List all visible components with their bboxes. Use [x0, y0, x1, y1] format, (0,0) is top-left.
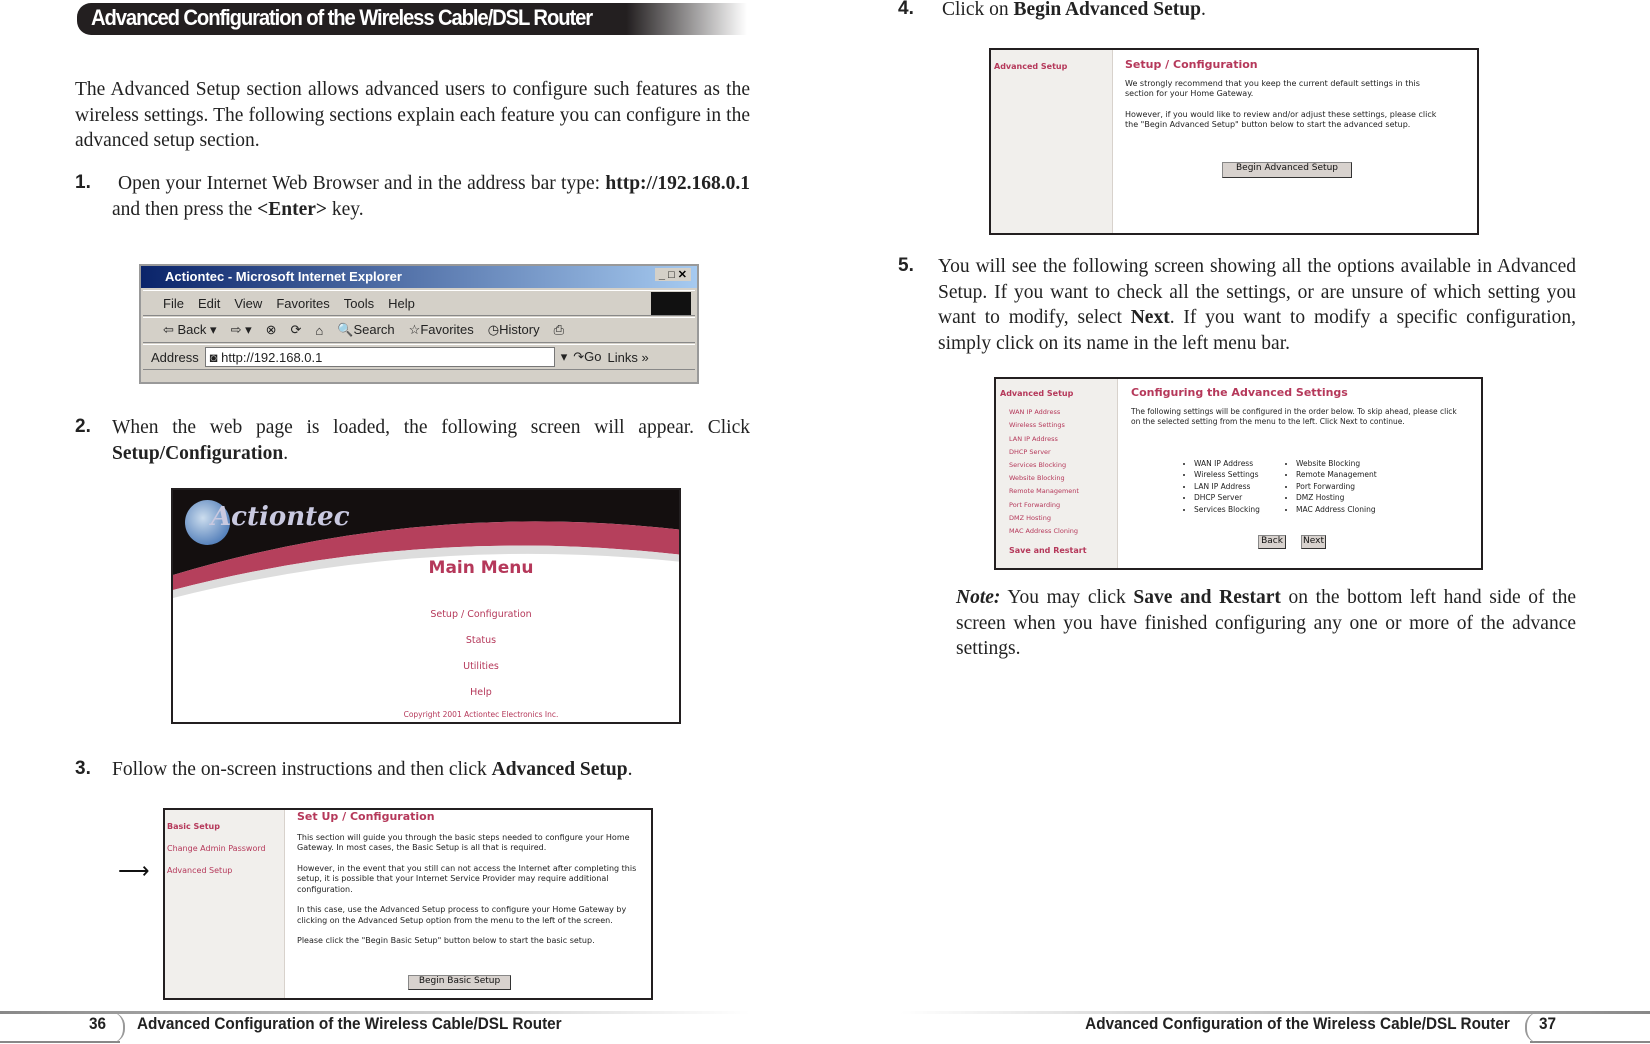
stop-icon[interactable]: ⊗: [266, 322, 277, 338]
search-button[interactable]: 🔍Search: [337, 322, 394, 338]
page-number-right: 37: [1538, 1014, 1556, 1033]
link-help[interactable]: Help: [283, 680, 679, 706]
save-and-restart-link[interactable]: Save and Restart: [1009, 544, 1113, 557]
footer-title-left: Advanced Configuration of the Wireless C…: [137, 1014, 562, 1033]
step-number: 4.: [898, 0, 914, 19]
side-services-blocking[interactable]: Services Blocking: [1009, 459, 1113, 472]
begin-basic-setup-button[interactable]: Begin Basic Setup: [408, 975, 511, 990]
settings-list-2: Website BlockingRemote ManagementPort Fo…: [1286, 458, 1377, 515]
step-number: 5.: [898, 255, 914, 276]
side-port-forwarding[interactable]: Port Forwarding: [1009, 499, 1113, 512]
step-4-text: Click on Begin Advanced Setup.: [942, 0, 1206, 20]
section-title: Advanced Configuration of the Wireless C…: [91, 5, 593, 30]
side-title: Advanced Setup: [1000, 389, 1074, 398]
menu-bar: File Edit View Favorites Tools Help: [143, 290, 695, 316]
back-button[interactable]: ⇦ Back ▾: [163, 322, 217, 338]
history-button[interactable]: ◷History: [488, 322, 540, 338]
side-change-admin-password[interactable]: Change Admin Password: [167, 838, 282, 860]
back-button[interactable]: Back: [1258, 535, 1286, 549]
screen-title: Setup / Configuration: [1125, 58, 1258, 71]
link-utilities[interactable]: Utilities: [283, 654, 679, 680]
screen-title: Set Up / Configuration: [297, 810, 435, 823]
step-2-text: When the web page is loaded, the followi…: [112, 417, 750, 464]
advanced-settings-screenshot: Advanced Setup WAN IP Address Wireless Se…: [994, 377, 1483, 570]
windows-logo-icon: [651, 292, 691, 315]
side-wan-ip[interactable]: WAN IP Address: [1009, 406, 1113, 419]
step-5-text: You will see the following screen showin…: [938, 256, 1576, 354]
window-controls[interactable]: _ □ ✕: [654, 268, 691, 281]
favorites-button[interactable]: ☆Favorites: [409, 322, 474, 338]
screen-title: Configuring the Advanced Settings: [1131, 386, 1348, 399]
step-number: 2.: [75, 416, 91, 437]
intro-paragraph: The Advanced Setup section allows advanc…: [75, 79, 750, 151]
address-input[interactable]: ◙ http://192.168.0.1: [204, 347, 555, 367]
advanced-setup-screenshot: Advanced Setup Setup / Configuration We …: [989, 48, 1479, 235]
go-button[interactable]: ↷Go: [573, 349, 601, 365]
menu-view[interactable]: View: [234, 296, 262, 311]
side-lan-ip[interactable]: LAN IP Address: [1009, 433, 1113, 446]
side-dhcp[interactable]: DHCP Server: [1009, 446, 1113, 459]
copyright: Copyright 2001 Actiontec Electronics Inc…: [403, 710, 559, 719]
para: We strongly recommend that you keep the …: [1125, 78, 1420, 99]
step-number: 3.: [75, 758, 91, 779]
menu-file[interactable]: File: [163, 296, 184, 311]
toolbar: ⇦ Back ▾ ⇨ ▾ ⊗ ⟳ ⌂ 🔍Search ☆Favorites ◷History…: [143, 317, 695, 343]
links-button[interactable]: Links »: [607, 350, 648, 365]
side-website-blocking[interactable]: Website Blocking: [1009, 472, 1113, 485]
footer-title-right: Advanced Configuration of the Wireless C…: [1085, 1014, 1510, 1033]
actiontec-logo: Actiontec: [211, 502, 350, 532]
settings-list-1: WAN IP AddressWireless SettingsLAN IP Ad…: [1184, 458, 1260, 515]
side-dmz[interactable]: DMZ Hosting: [1009, 512, 1113, 525]
step-3-text: Follow the on-screen instructions and th…: [112, 759, 633, 780]
para: The following settings will be configure…: [1131, 406, 1457, 427]
refresh-icon[interactable]: ⟳: [291, 322, 302, 338]
note-text: Note: You may click Save and Restart on …: [956, 587, 1576, 659]
begin-advanced-setup-button[interactable]: Begin Advanced Setup: [1222, 162, 1352, 178]
link-setup-configuration[interactable]: Setup / Configuration: [283, 602, 679, 628]
next-button[interactable]: Next: [1301, 535, 1326, 549]
home-icon[interactable]: ⌂: [315, 323, 323, 338]
page-number-left: 36: [88, 1014, 106, 1033]
main-menu-screenshot: Actiontec Main Menu Setup / Configuratio…: [171, 488, 681, 724]
side-wireless[interactable]: Wireless Settings: [1009, 419, 1113, 432]
setup-screenshot: Basic Setup Change Admin Password Advanc…: [163, 808, 653, 1000]
dropdown-icon[interactable]: ▾: [561, 349, 568, 365]
para: This section will guide you through the …: [297, 832, 630, 853]
side-advanced-setup[interactable]: Advanced Setup: [991, 50, 1113, 233]
print-icon[interactable]: ⎙: [554, 322, 564, 338]
menu-help[interactable]: Help: [388, 296, 415, 311]
menu-edit[interactable]: Edit: [198, 296, 220, 311]
side-basic-setup[interactable]: Basic Setup: [167, 816, 282, 838]
side-mac-cloning[interactable]: MAC Address Cloning: [1009, 525, 1113, 538]
section-header: Advanced Configuration of the Wireless C…: [77, 3, 747, 35]
para: In this case, use the Advanced Setup pro…: [297, 905, 627, 925]
menu-tools[interactable]: Tools: [344, 296, 374, 311]
address-label: Address: [151, 349, 199, 365]
step-number: 1.: [75, 172, 91, 193]
link-status[interactable]: Status: [283, 628, 679, 654]
menu-favorites[interactable]: Favorites: [276, 296, 329, 311]
para: Please click the "Begin Basic Setup" but…: [297, 936, 595, 945]
para: However, if you would like to review and…: [1125, 109, 1437, 130]
step-1-text: Open your Internet Web Browser and in th…: [112, 173, 750, 220]
para: However, in the event that you still can…: [297, 863, 637, 894]
forward-icon[interactable]: ⇨ ▾: [231, 322, 252, 338]
main-menu-title: Main Menu: [428, 558, 534, 578]
arrow-pointer-icon: ⟶: [118, 858, 150, 883]
side-remote-management[interactable]: Remote Management: [1009, 485, 1113, 498]
side-advanced-setup[interactable]: Advanced Setup: [167, 860, 282, 882]
address-bar: Address ◙ http://192.168.0.1 ▾ ↷Go Links…: [143, 344, 695, 370]
ie-browser-window: Actiontec - Microsoft Internet Explorer …: [139, 264, 699, 384]
ie-title-bar: Actiontec - Microsoft Internet Explorer …: [141, 266, 697, 288]
